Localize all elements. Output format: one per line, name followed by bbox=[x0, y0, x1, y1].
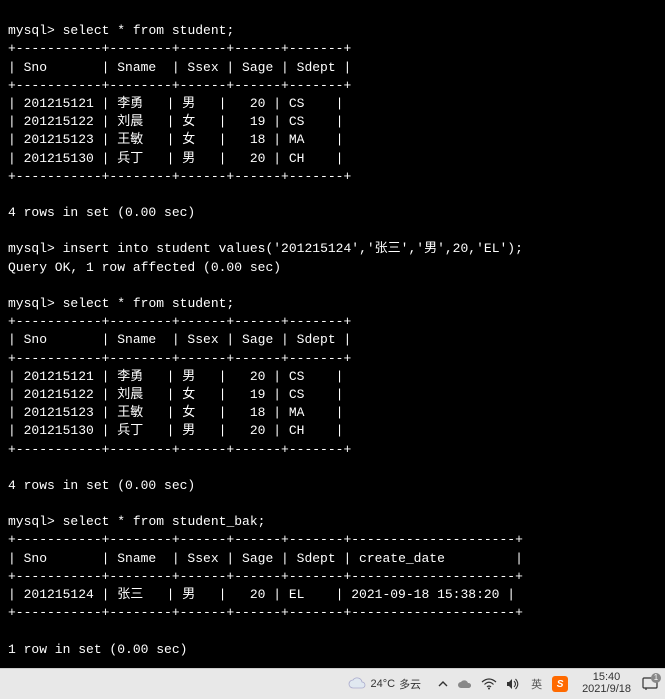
table-border: +-----------+--------+------+------+----… bbox=[8, 314, 351, 329]
clock-date: 2021/9/18 bbox=[582, 684, 631, 696]
prompt: mysql> bbox=[8, 514, 55, 529]
prompt-line: mysql> select * from student_bak; bbox=[8, 514, 265, 529]
system-tray: 英 S bbox=[433, 676, 572, 692]
table-border: +-----------+--------+------+------+----… bbox=[8, 532, 523, 547]
taskbar-clock[interactable]: 15:40 2021/9/18 bbox=[578, 672, 635, 695]
table-border: +-----------+--------+------+------+----… bbox=[8, 569, 523, 584]
table-row: | 201215121 | 李勇 | 男 | 20 | CS | bbox=[8, 369, 343, 384]
prompt-line: mysql> insert into student values('20121… bbox=[8, 241, 523, 256]
prompt-line: mysql> select * from student; bbox=[8, 23, 234, 38]
prompt: mysql> bbox=[8, 241, 55, 256]
ime-indicator[interactable]: 英 bbox=[529, 676, 544, 692]
weather-temp: 24°C bbox=[370, 678, 395, 690]
result-message: 4 rows in set (0.00 sec) bbox=[8, 205, 195, 220]
table-row: | 201215123 | 王敏 | 女 | 18 | MA | bbox=[8, 405, 343, 420]
table-row: | 201215121 | 李勇 | 男 | 20 | CS | bbox=[8, 96, 343, 111]
mysql-terminal[interactable]: mysql> select * from student; +---------… bbox=[0, 0, 665, 668]
sql-command: select * from student_bak; bbox=[63, 514, 266, 529]
table-row: | 201215124 | 张三 | 男 | 20 | EL | 2021-09… bbox=[8, 587, 515, 602]
table-border: +-----------+--------+------+------+----… bbox=[8, 41, 351, 56]
table-row: | 201215130 | 兵丁 | 男 | 20 | CH | bbox=[8, 423, 343, 438]
table-header: | Sno | Sname | Ssex | Sage | Sdept | bbox=[8, 332, 351, 347]
table-header: | Sno | Sname | Ssex | Sage | Sdept | cr… bbox=[8, 551, 523, 566]
result-message: Query OK, 1 row affected (0.00 sec) bbox=[8, 260, 281, 275]
notification-badge: 1 bbox=[651, 673, 661, 683]
table-row: | 201215123 | 王敏 | 女 | 18 | MA | bbox=[8, 132, 343, 147]
table-row: | 201215130 | 兵丁 | 男 | 20 | CH | bbox=[8, 151, 343, 166]
speaker-icon[interactable] bbox=[505, 676, 521, 692]
sql-command: select * from student; bbox=[63, 296, 235, 311]
table-border: +-----------+--------+------+------+----… bbox=[8, 78, 351, 93]
windows-taskbar: 24°C 多云 英 S 15:40 2021/9/18 1 bbox=[0, 668, 665, 699]
table-border: +-----------+--------+------+------+----… bbox=[8, 169, 351, 184]
prompt-line: mysql> select * from student; bbox=[8, 296, 234, 311]
tray-chevron-up-icon[interactable] bbox=[437, 678, 449, 690]
wifi-icon[interactable] bbox=[481, 676, 497, 692]
result-message: 4 rows in set (0.00 sec) bbox=[8, 478, 195, 493]
cloud-icon bbox=[348, 677, 366, 691]
table-row: | 201215122 | 刘晨 | 女 | 19 | CS | bbox=[8, 114, 343, 129]
sogou-ime-icon[interactable]: S bbox=[552, 676, 568, 692]
weather-widget[interactable]: 24°C 多云 bbox=[342, 676, 427, 692]
notifications-icon[interactable]: 1 bbox=[641, 675, 659, 693]
prompt: mysql> bbox=[8, 296, 55, 311]
sql-command: select * from student; bbox=[63, 23, 235, 38]
table-border: +-----------+--------+------+------+----… bbox=[8, 442, 351, 457]
result-message: 1 row in set (0.00 sec) bbox=[8, 642, 187, 657]
table-border: +-----------+--------+------+------+----… bbox=[8, 605, 523, 620]
table-row: | 201215122 | 刘晨 | 女 | 19 | CS | bbox=[8, 387, 343, 402]
onedrive-icon[interactable] bbox=[457, 676, 473, 692]
sql-command: insert into student values('201215124','… bbox=[63, 241, 523, 256]
table-header: | Sno | Sname | Ssex | Sage | Sdept | bbox=[8, 60, 351, 75]
weather-desc: 多云 bbox=[399, 676, 421, 692]
prompt: mysql> bbox=[8, 23, 55, 38]
table-border: +-----------+--------+------+------+----… bbox=[8, 351, 351, 366]
